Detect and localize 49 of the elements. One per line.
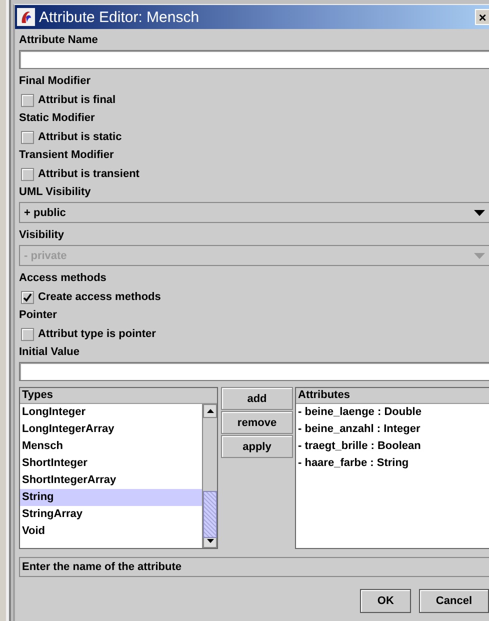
list-item[interactable]: ShortIntegerArray — [20, 472, 202, 489]
list-header: Attributes — [296, 388, 489, 404]
checkbox[interactable] — [21, 130, 34, 144]
checkbox-label[interactable]: Create access methods — [38, 291, 161, 303]
checkbox[interactable] — [21, 328, 34, 340]
field-label: UML Visibility — [19, 185, 92, 200]
list-item[interactable]: - haare_farbe : String — [296, 455, 489, 472]
ok-button[interactable]: OK — [360, 589, 411, 613]
list-item[interactable]: ShortInteger — [20, 455, 202, 472]
field-label: Initial Value — [19, 345, 81, 360]
field-label: Final Modifier — [19, 74, 92, 89]
list-item[interactable]: - beine_anzahl : Integer — [296, 421, 489, 438]
action-button[interactable]: add — [221, 387, 293, 410]
checkbox-label[interactable]: Attribut is transient — [38, 168, 140, 180]
list-item[interactable]: - beine_laenge : Double — [296, 404, 489, 421]
caret-icon — [474, 210, 485, 216]
input-field[interactable] — [19, 50, 489, 69]
list-item[interactable]: StringArray — [20, 506, 202, 523]
field-label: Pointer — [19, 308, 58, 323]
list-item[interactable]: LongIntegerArray — [20, 421, 202, 438]
field-label: Attribute Name — [19, 33, 99, 48]
caret-icon — [474, 252, 485, 258]
field-label: Visibility — [19, 228, 66, 243]
field-label: Access methods — [19, 271, 108, 286]
list-item[interactable]: Void — [20, 523, 202, 540]
list-item[interactable]: Mensch — [20, 438, 202, 455]
list-header: Types — [20, 388, 217, 404]
app-icon — [17, 8, 35, 26]
status-bar: Enter the name of the attribute — [19, 557, 489, 577]
checkbox[interactable] — [21, 168, 34, 180]
list-item[interactable]: LongInteger — [20, 404, 202, 421]
dropdown[interactable]: + public — [19, 202, 489, 223]
list-item[interactable]: String — [20, 489, 202, 506]
checkbox-label[interactable]: Attribut is static — [38, 131, 122, 143]
window-title: Attribute Editor: Mensch — [39, 8, 200, 26]
action-button[interactable]: apply — [221, 435, 293, 458]
checkbox-label[interactable]: Attribut is final — [38, 94, 116, 106]
checkbox[interactable] — [21, 94, 34, 106]
field-label: Transient Modifier — [19, 148, 115, 163]
close-button[interactable]: × — [475, 9, 489, 25]
checkbox-label[interactable]: Attribut type is pointer — [38, 328, 156, 340]
field-label: Static Modifier — [19, 111, 96, 126]
scrollbar[interactable] — [202, 404, 217, 548]
checkbox[interactable] — [21, 290, 34, 304]
list-item[interactable]: - traegt_brille : Boolean — [296, 438, 489, 455]
input-field[interactable] — [19, 362, 489, 381]
cancel-button[interactable]: Cancel — [418, 589, 489, 613]
action-button[interactable]: remove — [221, 411, 293, 434]
scroll-up-icon — [206, 409, 214, 413]
